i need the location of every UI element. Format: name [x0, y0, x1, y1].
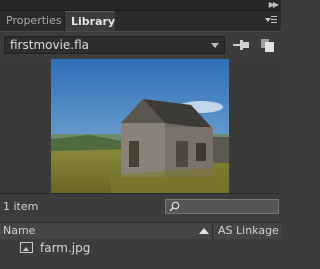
column-divider[interactable]	[212, 223, 213, 239]
panel-menu-icon[interactable]	[265, 15, 277, 25]
pin-library-icon[interactable]	[233, 40, 249, 50]
divider	[0, 193, 281, 194]
document-dropdown[interactable]: firstmovie.fla	[4, 36, 225, 54]
column-name[interactable]: Name	[3, 223, 35, 239]
collapse-panels-icon[interactable]: ▶▶	[269, 0, 279, 10]
farm-preview-image	[51, 59, 229, 193]
chevron-down-icon	[211, 43, 219, 48]
document-name: firstmovie.fla	[10, 38, 90, 52]
item-preview	[0, 59, 281, 193]
new-library-panel-icon[interactable]	[261, 39, 274, 52]
tab-library[interactable]: Library	[65, 11, 115, 31]
panel-top-bar: ▶▶	[0, 0, 281, 11]
library-status-row: 1 item	[0, 196, 281, 218]
library-search-input[interactable]	[165, 199, 279, 214]
bitmap-icon	[20, 242, 33, 253]
tab-strip: Properties Library	[0, 11, 281, 32]
tab-properties[interactable]: Properties	[0, 11, 65, 31]
column-as-linkage[interactable]: AS Linkage	[218, 223, 279, 239]
list-item-name: farm.jpg	[40, 241, 91, 255]
item-count: 1 item	[3, 200, 39, 213]
document-selector-row: firstmovie.fla	[0, 32, 281, 58]
list-item[interactable]: farm.jpg	[0, 239, 281, 257]
column-header: Name AS Linkage	[0, 222, 281, 240]
search-icon	[169, 201, 180, 212]
sort-ascending-icon[interactable]	[199, 228, 209, 234]
